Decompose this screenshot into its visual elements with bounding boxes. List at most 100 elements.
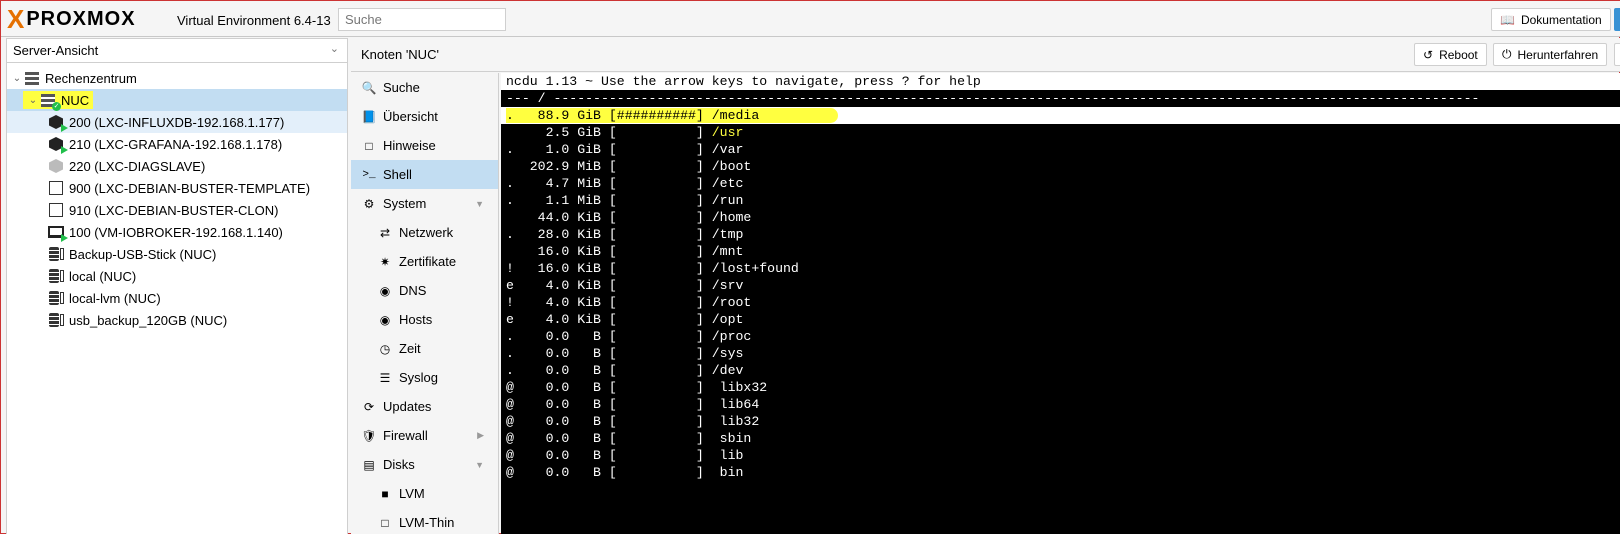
ncdu-row-size: ! 4.0 KiB [ ] — [506, 295, 712, 310]
ncdu-row[interactable]: e 4.0 KiB [ ] /opt — [501, 311, 1620, 328]
notes-icon: □ — [365, 138, 373, 153]
ncdu-row[interactable]: 202.9 MiB [ ] /boot — [501, 158, 1620, 175]
nav-item-shell[interactable]: >_ Shell — [351, 160, 498, 189]
tree-item-template-910[interactable]: 910 (LXC-DEBIAN-BUSTER-CLON) — [7, 199, 347, 221]
square-icon: ■ — [381, 486, 389, 501]
ncdu-row[interactable]: e 4.0 KiB [ ] /srv — [501, 277, 1620, 294]
ncdu-row[interactable]: @ 0.0 B [ ] lib64 — [501, 396, 1620, 413]
tree-item-node-nuc[interactable]: ⌄ ✓ NUC — [7, 89, 347, 111]
ncdu-row[interactable]: . 0.0 B [ ] /sys — [501, 345, 1620, 362]
tree-item-template-900[interactable]: 900 (LXC-DEBIAN-BUSTER-TEMPLATE) — [7, 177, 347, 199]
ncdu-row[interactable]: @ 0.0 B [ ] bin — [501, 464, 1620, 481]
nav-item-summary[interactable]: 📘 Übersicht — [351, 102, 498, 131]
terminal-icon: >_ — [362, 168, 376, 181]
ncdu-row[interactable]: . 28.0 KiB [ ] /tmp — [501, 226, 1620, 243]
tree-item-storage-backup-usb[interactable]: Backup-USB-Stick (NUC) — [7, 243, 347, 265]
ncdu-row-size: @ 0.0 B [ ] — [506, 465, 712, 480]
ncdu-row[interactable]: ! 16.0 KiB [ ] /lost+found — [501, 260, 1620, 277]
ncdu-row[interactable]: . 0.0 B [ ] /proc — [501, 328, 1620, 345]
nav-item-label: Übersicht — [383, 109, 438, 124]
tree-item-vm-100[interactable]: 100 (VM-IOBROKER-192.168.1.140) — [7, 221, 347, 243]
reboot-icon: ↺ — [1423, 47, 1434, 62]
node-navigation: 🔍 Suche 📘 Übersicht □ Hinweise >_ Shell … — [351, 73, 499, 534]
ncdu-row[interactable]: ! 4.0 KiB [ ] /root — [501, 294, 1620, 311]
ncdu-row[interactable]: . 1.1 MiB [ ] /run — [501, 192, 1620, 209]
ncdu-row-size: @ 0.0 B [ ] — [506, 397, 712, 412]
nav-item-hosts[interactable]: ◉ Hosts — [351, 305, 498, 334]
tree-item-label: 910 (LXC-DEBIAN-BUSTER-CLON) — [69, 202, 279, 218]
book-icon: 📘 — [361, 109, 377, 124]
ncdu-row[interactable]: 44.0 KiB [ ] /home — [501, 209, 1620, 226]
search-icon: 🔍 — [361, 80, 377, 95]
nav-item-notes[interactable]: □ Hinweise — [351, 131, 498, 160]
ncdu-row-size: 16.0 KiB [ ] — [506, 244, 712, 259]
ncdu-row-name: /tmp — [711, 227, 744, 242]
nav-item-disks[interactable]: ▤ Disks ▼ — [351, 450, 498, 479]
tree-item-label: local-lvm (NUC) — [69, 290, 161, 306]
collapse-icon[interactable]: ⌄ — [27, 95, 39, 106]
ncdu-row[interactable]: . 1.0 GiB [ ] /var — [501, 141, 1620, 158]
more-button-edge[interactable] — [1614, 43, 1620, 66]
search-input[interactable]: Suche — [338, 8, 506, 31]
network-icon: ⇄ — [379, 225, 391, 240]
create-vm-button-edge[interactable] — [1614, 8, 1620, 31]
nav-item-lvm-thin[interactable]: □ LVM-Thin — [351, 508, 498, 534]
ncdu-row-size: ! 16.0 KiB [ ] — [506, 261, 712, 276]
ncdu-row[interactable]: @ 0.0 B [ ] sbin — [501, 430, 1620, 447]
container-running-icon — [47, 136, 68, 154]
ncdu-row[interactable]: @ 0.0 B [ ] lib — [501, 447, 1620, 464]
certificate-icon: ✷ — [379, 254, 391, 269]
nav-item-dns[interactable]: ◉ DNS — [351, 276, 498, 305]
nav-item-search[interactable]: 🔍 Suche — [351, 73, 498, 102]
tree-item-datacenter[interactable]: ⌄ Rechenzentrum — [7, 67, 347, 89]
ncdu-row[interactable]: . 0.0 B [ ] /dev — [501, 362, 1620, 379]
view-selector-value: Server-Ansicht — [13, 43, 99, 58]
nav-item-label: Suche — [383, 80, 420, 95]
nav-item-time[interactable]: ◷ Zeit — [351, 334, 498, 363]
storage-icon — [47, 246, 65, 262]
tree-item-ct-210[interactable]: 210 (LXC-GRAFANA-192.168.1.178) — [7, 133, 347, 155]
documentation-button[interactable]: 📖 Dokumentation — [1491, 8, 1611, 31]
proxmox-logo[interactable]: X PROXMOX — [7, 6, 136, 32]
nav-item-network[interactable]: ⇄ Netzwerk — [351, 218, 498, 247]
ncdu-row[interactable]: 16.0 KiB [ ] /mnt — [501, 243, 1620, 260]
nav-item-lvm[interactable]: ■ LVM — [351, 479, 498, 508]
ncdu-row[interactable]: . 4.7 MiB [ ] /etc — [501, 175, 1620, 192]
ncdu-row[interactable]: @ 0.0 B [ ] lib32 — [501, 413, 1620, 430]
book-icon: 📖 — [1500, 12, 1515, 27]
nav-item-label: DNS — [399, 283, 427, 298]
nav-item-certificates[interactable]: ✷ Zertifikate — [351, 247, 498, 276]
expand-icon[interactable]: ▶ — [477, 430, 484, 441]
tree-item-ct-220[interactable]: 220 (LXC-DIAGSLAVE) — [7, 155, 347, 177]
nav-item-label: LVM-Thin — [399, 515, 455, 530]
ncdu-row[interactable]: @ 0.0 B [ ] libx32 — [501, 379, 1620, 396]
resource-tree: ⌄ Rechenzentrum ⌄ ✓ NUC 200 (LXC-INFLUXD… — [7, 67, 347, 331]
reboot-button[interactable]: ↺ Reboot — [1414, 43, 1487, 66]
tree-item-label: Rechenzentrum — [45, 70, 137, 86]
nav-item-firewall[interactable]: 🛡 Firewall ▶ — [351, 421, 498, 450]
collapse-icon[interactable]: ▼ — [475, 199, 484, 209]
collapse-icon[interactable]: ⌄ — [11, 73, 23, 84]
ncdu-row[interactable]: . 88.9 GiB [##########] /media — [501, 107, 1620, 124]
view-selector[interactable]: Server-Ansicht ⌄ — [7, 39, 347, 63]
nav-item-label: Syslog — [399, 370, 439, 385]
shutdown-button[interactable]: ⏻ Herunterfahren — [1493, 43, 1608, 66]
ncdu-row-name: /dev — [711, 363, 744, 378]
tree-item-label: Backup-USB-Stick (NUC) — [69, 246, 217, 262]
nav-item-syslog[interactable]: ☰ Syslog — [351, 363, 498, 392]
storage-icon — [47, 312, 65, 328]
node-highlight: ⌄ ✓ NUC — [23, 91, 94, 111]
shell-terminal[interactable]: ncdu 1.13 ~ Use the arrow keys to naviga… — [501, 73, 1620, 534]
tree-item-storage-usb-backup[interactable]: usb_backup_120GB (NUC) — [7, 309, 347, 331]
nav-item-updates[interactable]: ⟳ Updates — [351, 392, 498, 421]
ncdu-row[interactable]: 2.5 GiB [ ] /usr — [501, 124, 1620, 141]
template-icon — [47, 202, 65, 218]
datacenter-icon — [23, 70, 41, 86]
nav-item-system[interactable]: ⚙ System ▼ — [351, 189, 498, 218]
ncdu-row-size: @ 0.0 B [ ] — [506, 380, 712, 395]
collapse-icon[interactable]: ▼ — [475, 460, 484, 470]
tree-item-storage-local[interactable]: local (NUC) — [7, 265, 347, 287]
ncdu-header: ncdu 1.13 ~ Use the arrow keys to naviga… — [501, 73, 1620, 90]
tree-item-storage-local-lvm[interactable]: local-lvm (NUC) — [7, 287, 347, 309]
tree-item-ct-200[interactable]: 200 (LXC-INFLUXDB-192.168.1.177) — [7, 111, 347, 133]
